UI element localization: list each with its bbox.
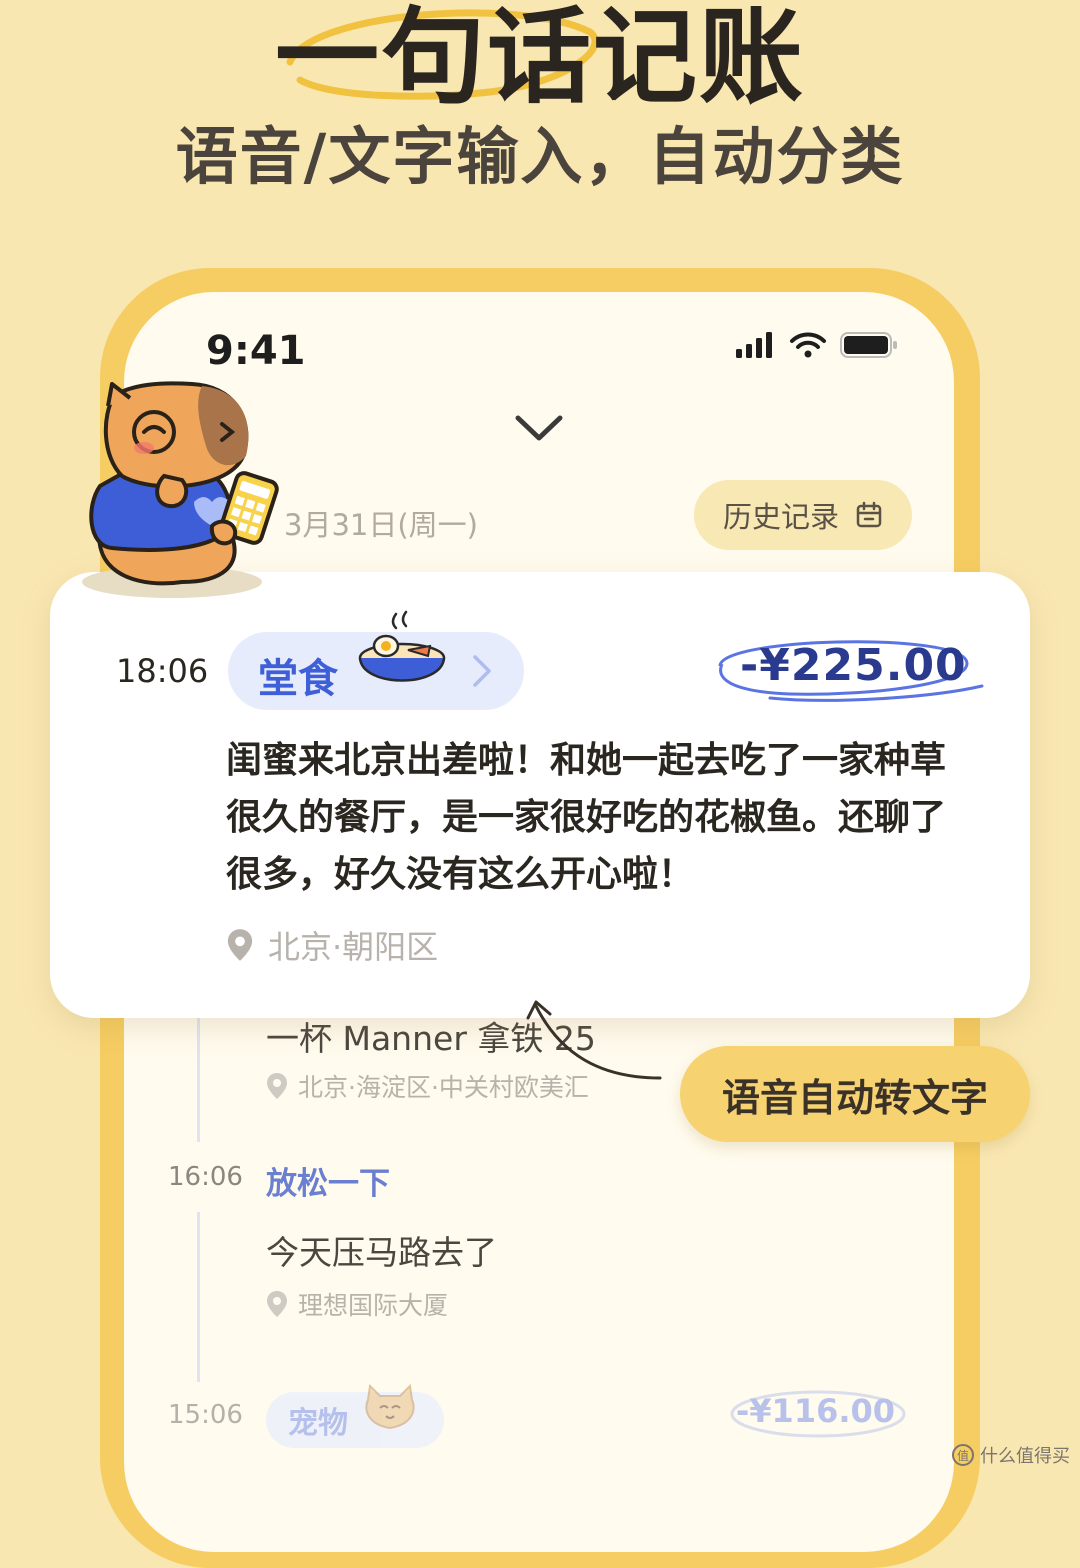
pointer-arrow: [526, 1000, 662, 1080]
timeline-line: [197, 1010, 200, 1142]
entry-category-pill[interactable]: 堂食: [228, 610, 524, 710]
watermark: 值 什么值得买: [952, 1442, 1070, 1468]
entry-time: 16:06: [168, 1162, 243, 1192]
entry-amount: -¥225.00: [740, 640, 967, 691]
entry-category[interactable]: 放松一下: [266, 1158, 390, 1203]
entry-category-label: 堂食: [258, 656, 338, 702]
cat-icon: [365, 1384, 415, 1430]
entry-location: 北京·朝阳区: [226, 922, 438, 968]
location-pin-icon: [227, 929, 253, 961]
watermark-logo-icon: 值: [952, 1444, 974, 1466]
capybara-mascot-illustration: [82, 381, 279, 598]
entry-category-label: 宠物: [288, 1406, 348, 1441]
entry-time: 18:06: [116, 652, 209, 690]
noodle-bowl-icon: [358, 610, 446, 682]
timeline-line: [197, 1212, 200, 1382]
entry-location: 理想国际大厦: [266, 1286, 448, 1322]
voice-to-text-badge: 语音自动转文字: [680, 1046, 1030, 1142]
entry-description[interactable]: 闺蜜来北京出差啦！和她一起去吃了一家种草很久的餐厅，是一家很好吃的花椒鱼。还聊了…: [226, 732, 966, 903]
entry-time: 15:06: [168, 1400, 243, 1430]
entry-amount-badge: -¥225.00: [710, 626, 990, 720]
location-pin-icon: [267, 1291, 287, 1317]
entry-description[interactable]: 今天压马路去了: [266, 1226, 497, 1274]
location-pin-icon: [267, 1073, 287, 1099]
entry-location-label: 理想国际大厦: [298, 1291, 449, 1320]
entry-amount: -¥116.00: [736, 1392, 896, 1430]
entry-location-label: 北京·朝阳区: [268, 928, 439, 966]
featured-entry-card[interactable]: 18:06 堂食 -¥225.00 闺蜜来北京出差啦！和她一起去吃了一家种草很久…: [50, 572, 1030, 1018]
watermark-label: 什么值得买: [980, 1446, 1070, 1467]
chevron-right-icon: [473, 655, 491, 687]
